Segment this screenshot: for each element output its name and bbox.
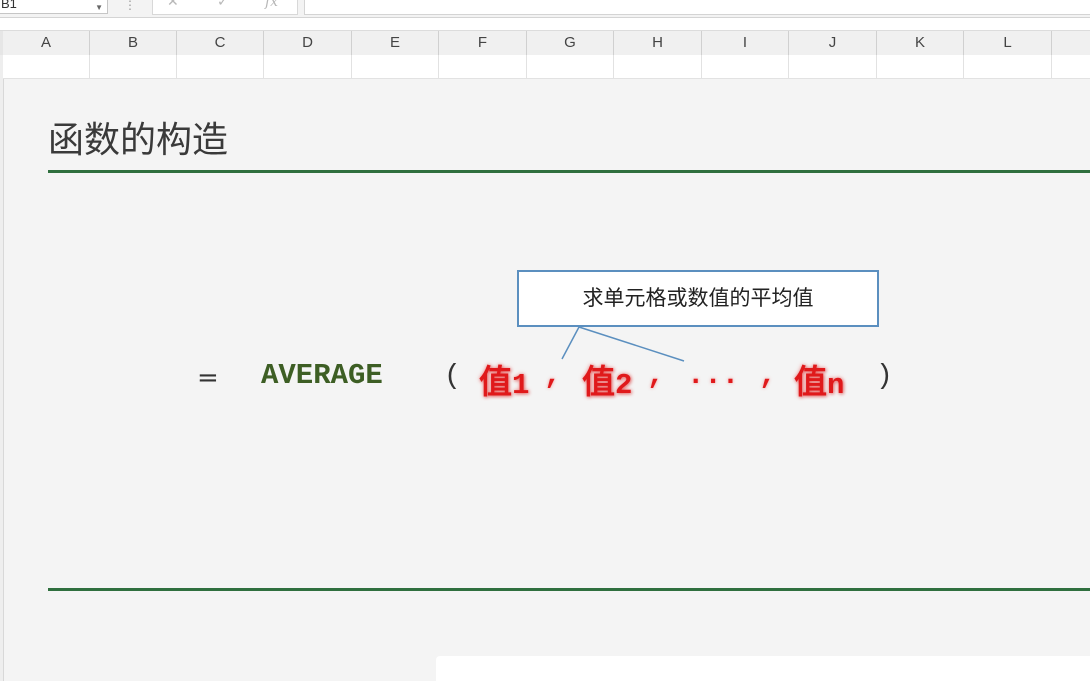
spreadsheet-window: B1 ▼ ⋮ ✕ ✓ fx A B C D E F G H I J K L 函数… <box>0 0 1090 681</box>
column-header-h[interactable]: H <box>614 31 702 55</box>
embedded-slide[interactable]: 函数的构造 求单元格或数值的平均值 = AVERAGE ( 值1 , 值2 , … <box>3 79 1090 681</box>
argument-2-label: 值 <box>582 362 615 401</box>
name-box-value: B1 <box>1 0 17 11</box>
column-header-a[interactable]: A <box>3 31 90 55</box>
open-paren: ( <box>444 361 461 392</box>
bottom-rule <box>48 588 1090 591</box>
slide-title: 函数的构造 <box>48 120 229 161</box>
name-box[interactable]: B1 ▼ <box>0 0 108 14</box>
column-header-g[interactable]: G <box>527 31 614 55</box>
close-paren: ) <box>876 361 893 392</box>
cell[interactable] <box>439 55 527 78</box>
overlay-panel <box>436 656 1090 681</box>
row-1 <box>0 55 1090 79</box>
cell[interactable] <box>877 55 964 78</box>
cell[interactable] <box>264 55 352 78</box>
argument-1-label: 值 <box>479 362 512 401</box>
comma-3: , <box>759 359 777 392</box>
cancel-icon[interactable]: ✕ <box>167 0 179 9</box>
formula-syntax: = AVERAGE ( 值1 , 值2 , ... , 值n ) <box>4 359 1090 402</box>
chevron-down-icon[interactable]: ▼ <box>95 0 103 13</box>
argument-1-index: 1 <box>512 369 530 402</box>
column-header-m[interactable] <box>1052 31 1090 55</box>
equals-sign: = <box>197 363 219 393</box>
formula-input[interactable] <box>304 0 1090 15</box>
cell[interactable] <box>964 55 1052 78</box>
column-header-l[interactable]: L <box>964 31 1052 55</box>
ellipsis: ... <box>687 359 740 392</box>
cell[interactable] <box>789 55 877 78</box>
comma-1: , <box>544 359 562 392</box>
title-rule <box>48 170 1090 173</box>
column-header-e[interactable]: E <box>352 31 439 55</box>
formula-bar: B1 ▼ ⋮ ✕ ✓ fx <box>0 0 1090 18</box>
argument-2: 值2 <box>582 355 632 403</box>
column-header-b[interactable]: B <box>90 31 177 55</box>
cell[interactable] <box>614 55 702 78</box>
column-header-f[interactable]: F <box>439 31 527 55</box>
argument-n-index: n <box>827 369 845 402</box>
column-header-j[interactable]: J <box>789 31 877 55</box>
column-header-d[interactable]: D <box>264 31 352 55</box>
argument-1: 值1 <box>479 355 529 403</box>
column-header-k[interactable]: K <box>877 31 964 55</box>
enter-icon[interactable]: ✓ <box>217 0 229 9</box>
callout-box: 求单元格或数值的平均值 <box>517 270 879 327</box>
column-header-i[interactable]: I <box>702 31 789 55</box>
cell[interactable] <box>90 55 177 78</box>
column-header-c[interactable]: C <box>177 31 264 55</box>
column-headers: A B C D E F G H I J K L <box>0 30 1090 56</box>
formula-buttons: ✕ ✓ fx <box>152 0 298 15</box>
argument-2-index: 2 <box>615 369 633 402</box>
comma-2: , <box>647 359 665 392</box>
cell[interactable] <box>3 55 90 78</box>
argument-n: 值n <box>794 355 844 403</box>
insert-function-icon[interactable]: fx <box>265 0 278 9</box>
cell[interactable] <box>527 55 614 78</box>
cell[interactable] <box>177 55 264 78</box>
cell[interactable] <box>702 55 789 78</box>
cell[interactable] <box>352 55 439 78</box>
argument-n-label: 值 <box>794 362 827 401</box>
function-name: AVERAGE <box>261 359 383 392</box>
drag-handle-icon[interactable]: ⋮ <box>124 0 136 12</box>
